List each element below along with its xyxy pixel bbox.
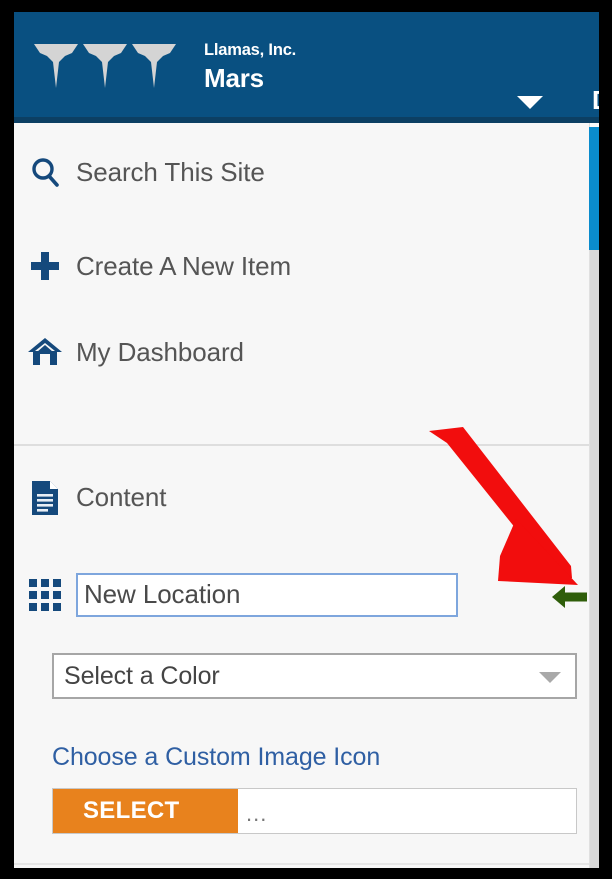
header-inner: Llamas, Inc. Mars D xyxy=(14,12,599,123)
chevron-down-icon xyxy=(539,672,561,683)
select-file-button[interactable]: SELECT xyxy=(53,789,238,833)
grid-3x3-icon xyxy=(14,578,76,611)
bottom-divider xyxy=(14,863,589,865)
arrow-left-icon[interactable] xyxy=(550,583,590,611)
triple-chevron-logo-icon xyxy=(32,43,180,89)
menu-item-label: Create A New Item xyxy=(76,250,292,281)
search-icon xyxy=(14,156,76,190)
app-viewport: Llamas, Inc. Mars D Search This Site xyxy=(14,12,599,868)
site-name: Mars xyxy=(204,63,264,93)
plus-icon xyxy=(14,249,76,283)
new-location-input[interactable] xyxy=(76,572,458,617)
menu-item-content[interactable]: Content xyxy=(14,444,589,551)
screenshot-frame: Llamas, Inc. Mars D Search This Site xyxy=(0,0,612,879)
menu-item-label: My Dashboard xyxy=(76,336,244,367)
menu-item-my-dashboard[interactable]: My Dashboard xyxy=(14,310,589,394)
file-picker: SELECT ... xyxy=(52,788,577,834)
scrollbar-thumb[interactable] xyxy=(589,127,599,250)
menu-item-search-this-site[interactable]: Search This Site xyxy=(14,123,589,222)
menu-item-label: Search This Site xyxy=(76,157,265,187)
caret-down-icon[interactable] xyxy=(517,96,543,109)
menu-item-label: Content xyxy=(76,482,167,512)
header-cutoff-text: D xyxy=(592,84,599,116)
new-location-row xyxy=(14,547,589,642)
scrollbar-track-lower[interactable] xyxy=(590,250,599,868)
home-icon xyxy=(14,336,76,368)
organization-name: Llamas, Inc. xyxy=(204,41,297,59)
document-icon xyxy=(14,480,76,516)
selected-file-name: ... xyxy=(246,801,268,826)
color-select[interactable]: Select a Color xyxy=(52,653,577,699)
navigation-panel: Search This Site Create A New Item My Da… xyxy=(14,123,589,868)
color-select-value: Select a Color xyxy=(64,662,220,690)
app-header: Llamas, Inc. Mars D xyxy=(14,12,599,123)
menu-item-create-a-new-item[interactable]: Create A New Item xyxy=(14,222,589,310)
custom-image-label[interactable]: Choose a Custom Image Icon xyxy=(52,743,380,772)
brand-text-block[interactable]: Llamas, Inc. Mars xyxy=(204,40,494,94)
